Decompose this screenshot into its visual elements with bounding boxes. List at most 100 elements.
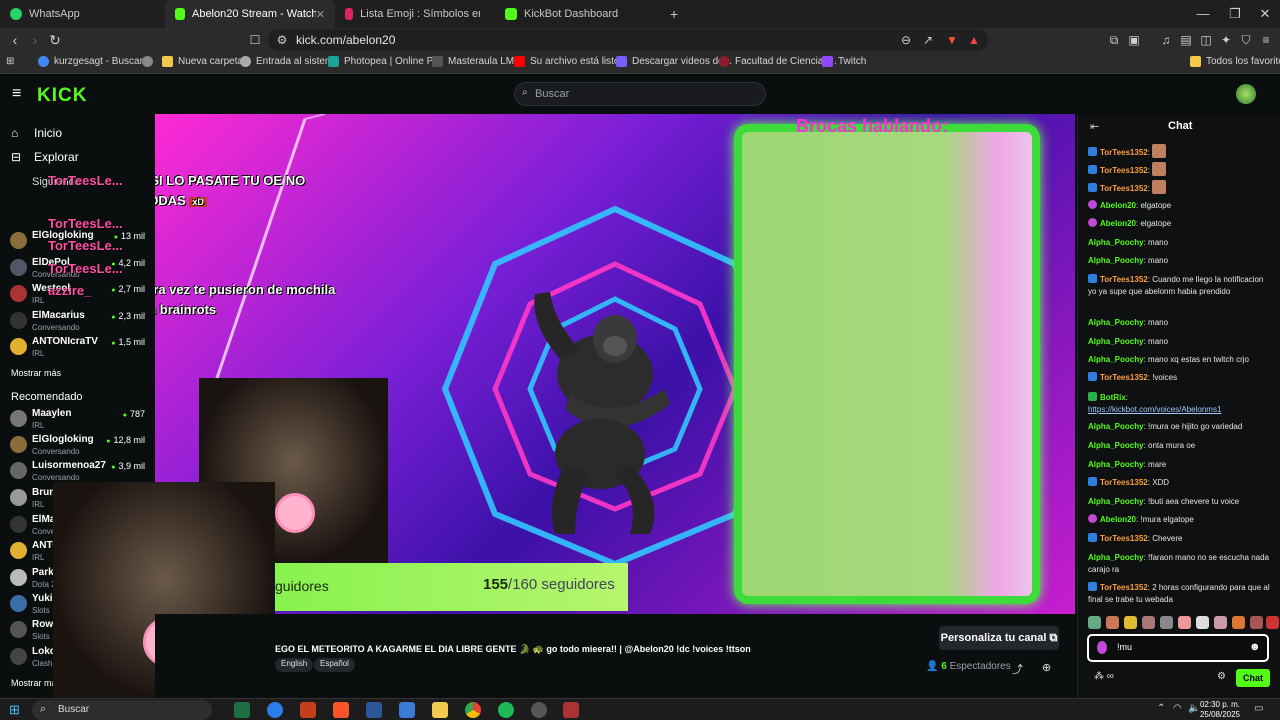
points-icon[interactable]: ⁂ ∞	[1094, 671, 1114, 682]
chat-username[interactable]: Alpha_Poochy	[1088, 422, 1144, 431]
chat-username[interactable]: Alpha_Poochy	[1088, 355, 1144, 364]
add-user-icon[interactable]: ⊕	[1042, 661, 1051, 674]
vpn-icon[interactable]: ⛉	[1238, 32, 1254, 48]
following-channel[interactable]: ElMacariusConversando2,3 mil	[10, 310, 145, 334]
chat-username[interactable]: Alpha_Poochy	[1088, 441, 1144, 450]
avatar[interactable]	[1236, 84, 1256, 104]
wallet-icon[interactable]: ◫	[1198, 32, 1214, 48]
vs-icon[interactable]	[399, 702, 415, 718]
emote-icon[interactable]	[1106, 616, 1119, 629]
search-input[interactable]: ⌕ Buscar	[514, 82, 766, 106]
tray-chevron-icon[interactable]: ⌃	[1157, 703, 1165, 714]
globe-icon[interactable]	[142, 56, 158, 67]
bookmark-twitch[interactable]: Twitch	[822, 56, 866, 67]
tab-emoji-list[interactable]: Lista Emoji : Símbolos emoji nativas	[335, 0, 490, 28]
back-icon[interactable]: ‹	[5, 30, 25, 50]
brave-icon[interactable]	[333, 702, 349, 718]
sidebar-item-inicio[interactable]: ⌂ Inicio	[11, 126, 62, 140]
spotify-icon[interactable]	[498, 702, 514, 718]
music-icon[interactable]: ♫	[1158, 32, 1174, 48]
edge-icon[interactable]	[267, 702, 283, 718]
share-icon[interactable]: ⤴	[1012, 661, 1023, 677]
share-icon[interactable]: ↗	[920, 32, 936, 48]
minimize-icon[interactable]: —	[1186, 0, 1220, 28]
chat-username[interactable]: BotRix	[1100, 393, 1126, 402]
chrome-icon[interactable]	[465, 702, 481, 718]
chat-username[interactable]: TorTees1352	[1100, 478, 1148, 487]
extensions-icon[interactable]: ⧉	[1106, 32, 1122, 48]
emote-icon[interactable]	[1250, 616, 1263, 629]
chat-username[interactable]: TorTees1352	[1100, 148, 1148, 157]
bookmark-photopea[interactable]: Photopea | Online P...	[328, 56, 440, 67]
show-more-following[interactable]: Mostrar más	[11, 368, 61, 378]
settings-icon[interactable]: ⚙	[1217, 671, 1226, 682]
bookmark-descargar-videos[interactable]: Descargar videos de...	[616, 56, 732, 67]
close-window-icon[interactable]: ✕	[1248, 0, 1280, 28]
leo-icon[interactable]: ✦	[1218, 32, 1234, 48]
tab-kickbot[interactable]: KickBot Dashboard	[495, 0, 655, 28]
emoji-picker-icon[interactable]: ☻	[1249, 641, 1261, 653]
notifications-icon[interactable]: ▭	[1254, 703, 1263, 714]
tab-whatsapp[interactable]: WhatsApp	[0, 0, 160, 28]
taskbar-clock[interactable]: 02:30 p. m. 25/08/2025	[1200, 700, 1240, 720]
wifi-icon[interactable]: ◠	[1173, 703, 1182, 714]
bookmark-facultad[interactable]: Facultad de Ciencias...	[719, 56, 837, 67]
windows-start-icon[interactable]: ⊞	[9, 702, 20, 718]
chat-username[interactable]: TorTees1352	[1100, 373, 1148, 382]
apps-icon[interactable]: ⊞	[6, 56, 14, 67]
bookmark-entrada-sistema[interactable]: Entrada al sistema	[240, 56, 339, 67]
taskbar-search[interactable]: ⌕ Buscar	[32, 700, 212, 720]
file-explorer-icon[interactable]	[432, 702, 448, 718]
sidebar-item-explorar[interactable]: ⊟ Explorar	[11, 150, 79, 164]
chat-username[interactable]: TorTees1352	[1100, 534, 1148, 543]
emote-icon[interactable]	[1214, 616, 1227, 629]
chat-text[interactable]: https://kickbot.com/voices/Abelonms1	[1088, 405, 1221, 414]
chat-input[interactable]	[1117, 642, 1237, 652]
obs-icon[interactable]	[531, 702, 547, 718]
new-tab-button[interactable]: +	[660, 0, 680, 28]
emote-icon[interactable]	[1266, 616, 1279, 629]
app-icon[interactable]	[563, 702, 579, 718]
close-icon[interactable]: ✕	[316, 8, 325, 21]
menu-icon[interactable]: ≡	[1258, 32, 1274, 48]
bookmark-su-archivo[interactable]: Su archivo está listo...	[514, 56, 628, 67]
brave-rewards-icon[interactable]: ▲	[966, 32, 982, 48]
tag-espanol[interactable]: Español	[314, 658, 355, 672]
chat-username[interactable]: Abelon20	[1100, 201, 1136, 210]
collapse-chat-icon[interactable]: ⇤	[1090, 120, 1099, 133]
recommended-channel[interactable]: Luisormenoa27Conversando3,9 mil	[10, 460, 145, 484]
powerpoint-icon[interactable]	[300, 702, 316, 718]
word-icon[interactable]	[366, 702, 382, 718]
chat-username[interactable]: Alpha_Poochy	[1088, 318, 1144, 327]
chat-username[interactable]: Alpha_Poochy	[1088, 256, 1144, 265]
brave-shield-icon[interactable]: ▼	[944, 32, 960, 48]
bookmark-icon[interactable]: ☐	[247, 32, 263, 48]
all-favorites[interactable]: Todos los favoritos	[1190, 56, 1280, 67]
bookmark-masteraula[interactable]: Masteraula LMS	[432, 56, 521, 67]
emote-icon[interactable]	[1232, 616, 1245, 629]
hamburger-icon[interactable]: ≡	[12, 85, 21, 103]
chat-username[interactable]: TorTees1352	[1100, 583, 1148, 592]
chat-username[interactable]: TorTees1352	[1100, 275, 1148, 284]
chat-username[interactable]: Abelon20	[1100, 219, 1136, 228]
chat-username[interactable]: Alpha_Poochy	[1088, 460, 1144, 469]
kick-logo[interactable]: KICK	[37, 85, 87, 107]
chat-username[interactable]: Abelon20	[1100, 515, 1136, 524]
excel-icon[interactable]	[234, 702, 250, 718]
zoom-icon[interactable]: ⊖	[898, 32, 914, 48]
chat-username[interactable]: TorTees1352	[1100, 166, 1148, 175]
chat-username[interactable]: Alpha_Poochy	[1088, 553, 1144, 562]
chat-username[interactable]: Alpha_Poochy	[1088, 497, 1144, 506]
chat-username[interactable]: Alpha_Poochy	[1088, 238, 1144, 247]
emote-icon[interactable]	[1160, 616, 1173, 629]
url-field[interactable]: ⚙ kick.com/abelon20 ⊖ ↗ ▼ ▲	[268, 29, 988, 51]
volume-icon[interactable]: 🔈	[1188, 703, 1200, 714]
tag-english[interactable]: English	[275, 658, 314, 672]
send-chat-button[interactable]: Chat	[1236, 669, 1270, 687]
customize-channel-button[interactable]: Personaliza tu canal ⧉	[939, 626, 1059, 650]
forward-icon[interactable]: ›	[25, 30, 45, 50]
site-info-icon[interactable]: ⚙	[274, 32, 290, 48]
emote-icon[interactable]	[1142, 616, 1155, 629]
following-channel[interactable]: ANTONIcraTVIRL1,5 mil	[10, 336, 145, 360]
recommended-channel[interactable]: MaaylenIRL787	[10, 408, 145, 432]
